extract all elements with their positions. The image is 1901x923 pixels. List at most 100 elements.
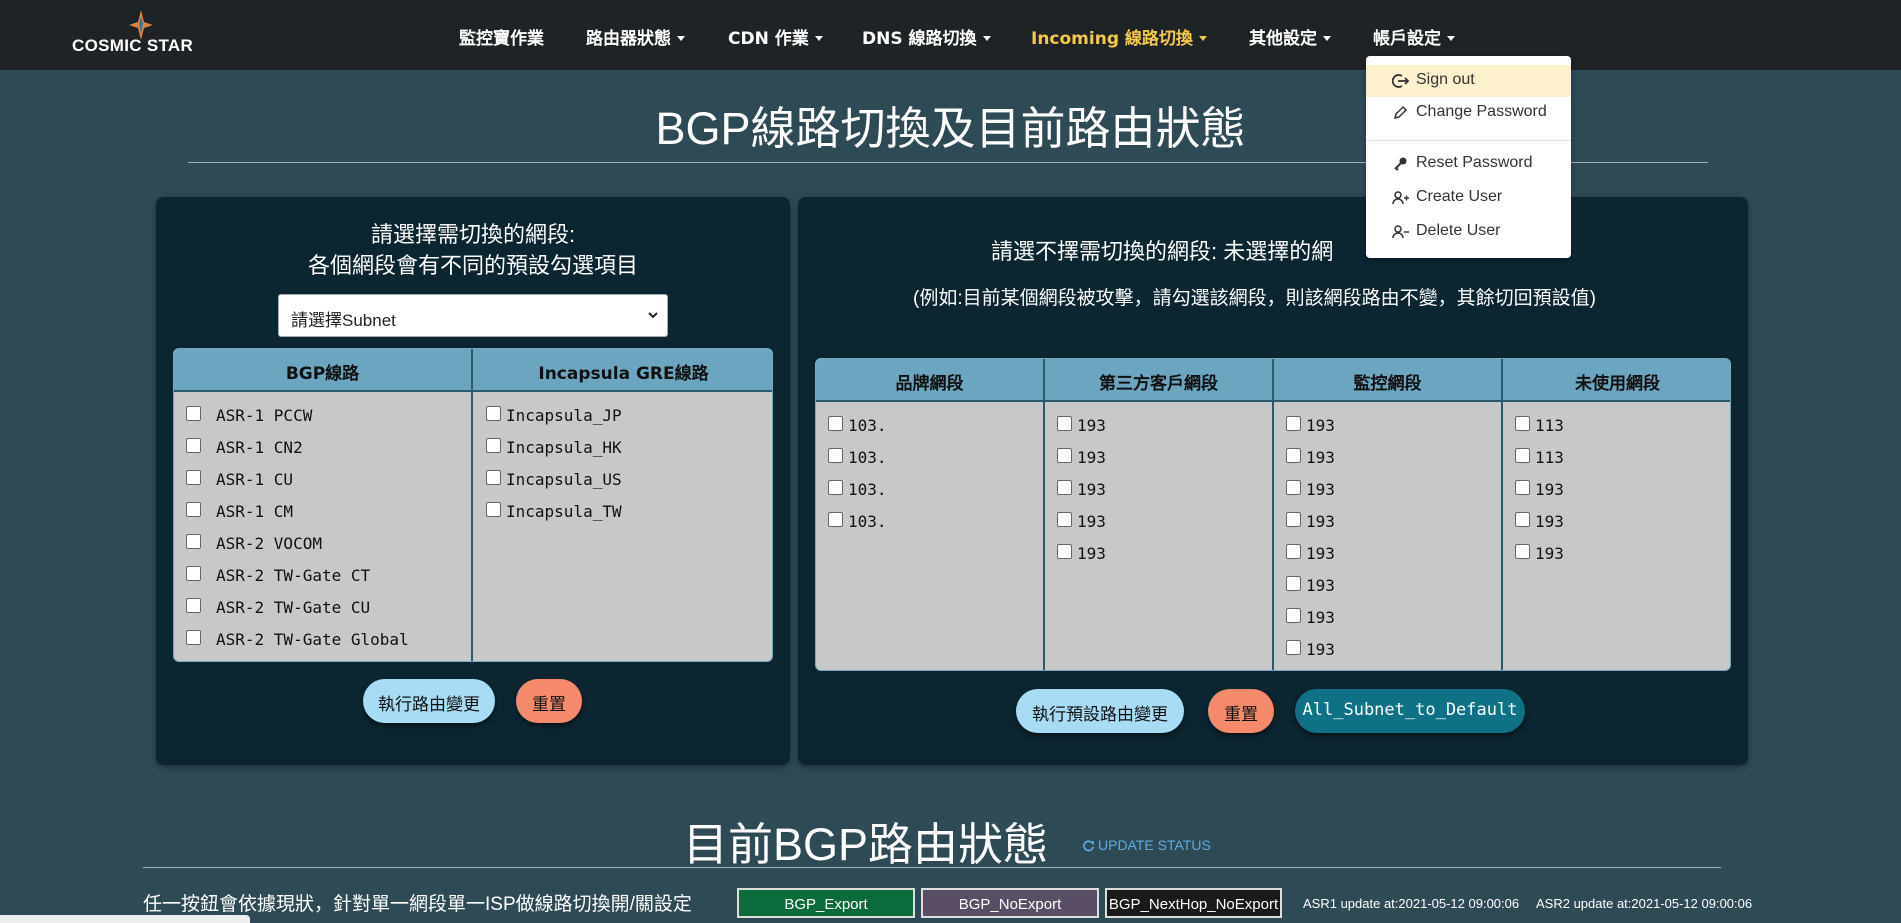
subnet-label: 193 (1077, 512, 1106, 531)
checkbox[interactable] (1286, 448, 1301, 463)
sign-out-menu-item[interactable]: Sign out (1366, 65, 1571, 97)
chevron-down-icon (648, 312, 658, 319)
subnet-label: 193 (1077, 416, 1106, 435)
subnet-label: 103. (848, 416, 887, 435)
checkbox[interactable] (486, 502, 501, 517)
delete-user-menu-item[interactable]: Delete User (1366, 216, 1571, 248)
checkbox[interactable] (828, 480, 843, 495)
checkbox[interactable] (486, 470, 501, 485)
reset-default-button[interactable]: 重置 (1208, 689, 1274, 733)
subnet-label: 193 (1535, 512, 1564, 531)
checkbox[interactable] (1515, 448, 1530, 463)
bgp-route-label: ASR-1 CU (216, 470, 294, 489)
checkbox[interactable] (486, 438, 501, 453)
nav-dns-label: DNS 線路切換 (862, 29, 977, 49)
reset-password-label: Reset Password (1416, 154, 1533, 171)
left-panel-heading: 請選擇需切換的網段: (370, 222, 576, 247)
nav-account-settings[interactable]: 帳戶設定 (1373, 24, 1455, 49)
reset-password-menu-item[interactable]: Reset Password (1366, 148, 1571, 180)
checkbox[interactable] (1057, 480, 1072, 495)
checkbox[interactable] (1286, 544, 1301, 559)
subnet-label: 193 (1077, 544, 1106, 563)
execute-route-change-button[interactable]: 執行路由變更 (363, 679, 495, 723)
checkbox[interactable] (186, 438, 201, 453)
nav-other-settings[interactable]: 其他設定 (1249, 24, 1331, 49)
checkbox[interactable] (186, 470, 201, 485)
checkbox[interactable] (1286, 512, 1301, 527)
checkbox[interactable] (186, 534, 201, 549)
bgp-export-button[interactable]: BGP_Export (737, 888, 915, 918)
checkbox[interactable] (828, 448, 843, 463)
checkbox[interactable] (828, 416, 843, 431)
bgp-noexport-button[interactable]: BGP_NoExport (921, 888, 1099, 918)
subnet-label: 193 (1306, 448, 1335, 467)
execute-default-route-button[interactable]: 執行預設路由變更 (1016, 689, 1184, 733)
checkbox[interactable] (1515, 416, 1530, 431)
checkbox[interactable] (1286, 480, 1301, 495)
column-divider (1043, 359, 1045, 670)
column-divider (1501, 359, 1503, 670)
checkbox[interactable] (1057, 448, 1072, 463)
key-icon (1394, 157, 1407, 171)
checkbox[interactable] (186, 630, 201, 645)
checkbox[interactable] (186, 502, 201, 517)
checkbox[interactable] (1286, 608, 1301, 623)
cosmic-star-logo[interactable]: COSMIC STAR (72, 10, 202, 58)
right-panel-note: (例如:目前某個網段被攻擊，請勾選該網段，則該網段路由不變，其餘切回預設值) (913, 288, 1596, 309)
checkbox[interactable] (186, 406, 201, 421)
subnet-select[interactable]: 請選擇Subnet (278, 294, 668, 337)
nav-account-settings-label: 帳戶設定 (1373, 29, 1441, 49)
update-status-label: UPDATE STATUS (1098, 837, 1211, 853)
checkbox[interactable] (1515, 480, 1530, 495)
subnet-label: 103. (848, 480, 887, 499)
browser-status-bar (0, 915, 250, 923)
left-panel-subheading: 各個網段會有不同的預設勾選項目 (307, 253, 638, 278)
sign-out-label: Sign out (1416, 71, 1475, 88)
bgp-route-label: ASR-1 CM (216, 502, 294, 521)
checkbox[interactable] (1286, 576, 1301, 591)
checkbox[interactable] (486, 406, 501, 421)
checkbox[interactable] (1057, 544, 1072, 559)
nav-cdn[interactable]: CDN 作業 (728, 24, 823, 49)
all-subnet-to-default-button[interactable]: All_Subnet_to_Default (1295, 689, 1525, 733)
nav-router-status[interactable]: 路由器狀態 (586, 24, 685, 49)
bgp-route-label: ASR-2 TW-Gate CU (216, 598, 371, 617)
subnet-label: 193 (1306, 416, 1335, 435)
chevron-down-icon (677, 36, 685, 41)
checkbox[interactable] (1515, 544, 1530, 559)
checkbox[interactable] (1286, 640, 1301, 655)
chevron-down-icon (1198, 36, 1207, 41)
change-password-menu-item[interactable]: Change Password (1366, 97, 1571, 129)
subnet-label: 193 (1306, 640, 1335, 659)
nav-incoming-label: Incoming 線路切換 (1031, 29, 1193, 49)
checkbox[interactable] (1515, 512, 1530, 527)
nav-dns[interactable]: DNS 線路切換 (862, 24, 991, 49)
checkbox[interactable] (1057, 512, 1072, 527)
checkbox[interactable] (186, 566, 201, 581)
checkbox[interactable] (186, 598, 201, 613)
exclude-subnet-panel: 請選不擇需切換的網段: 未選擇的網 (例如:目前某個網段被攻擊，請勾選該網段，則… (798, 197, 1748, 765)
update-status-link[interactable]: UPDATE STATUS (1082, 837, 1211, 853)
unused-subnet-header: 未使用網段 (1503, 359, 1730, 402)
sign-out-icon (1392, 74, 1410, 88)
checkbox[interactable] (828, 512, 843, 527)
checkbox[interactable] (1057, 416, 1072, 431)
subnet-label: 193 (1077, 480, 1106, 499)
delete-user-label: Delete User (1416, 222, 1501, 239)
menu-divider (1366, 140, 1571, 141)
bgp-nexthop-noexport-button[interactable]: BGP_NextHop_NoExport (1105, 888, 1282, 918)
nav-monitor[interactable]: 監控寶作業 (459, 24, 544, 49)
gre-routes-header: Incapsula GRE線路 (473, 349, 772, 392)
subnet-label: 103. (848, 512, 887, 531)
asr2-update-time: ASR2 update at:2021-05-12 09:00:06 (1536, 896, 1753, 911)
nav-incoming[interactable]: Incoming 線路切換 (1031, 24, 1207, 49)
chevron-down-icon (1447, 36, 1455, 41)
bgp-route-label: ASR-2 TW-Gate Global (216, 630, 409, 649)
status-description: 任一按鈕會依據現狀，針對單一網段單一ISP做線路切換開/關設定 (143, 894, 692, 915)
subnet-label: 193 (1535, 544, 1564, 563)
checkbox[interactable] (1286, 416, 1301, 431)
create-user-menu-item[interactable]: Create User (1366, 182, 1571, 214)
reset-button[interactable]: 重置 (516, 679, 582, 723)
column-divider (471, 349, 473, 661)
account-dropdown-menu: Sign out Change Password Reset Password … (1366, 56, 1571, 258)
